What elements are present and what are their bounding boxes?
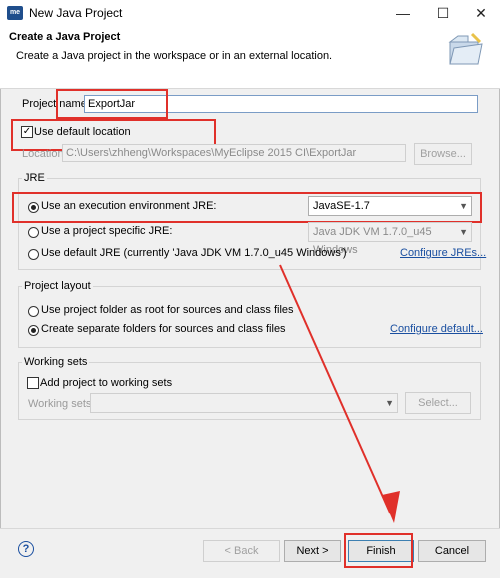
annotation-box-finish [344,533,413,568]
window-title: New Java Project [29,6,123,20]
layout-separate-label: Create separate folders for sources and … [41,323,286,335]
browse-button[interactable]: Browse... [414,143,472,165]
chevron-down-icon: ▼ [459,227,468,237]
wizard-banner: Create a Java Project Create a Java proj… [0,26,500,89]
project-layout-group-title: Project layout [22,280,93,292]
banner-description: Create a Java project in the workspace o… [16,50,333,62]
jre-default-radio[interactable] [28,249,39,260]
title-bar: me New Java Project — ☐ ✕ [0,0,500,26]
working-sets-group-title: Working sets [22,356,90,368]
close-button[interactable]: ✕ [466,0,496,26]
back-button[interactable]: < Back [203,540,280,562]
annotation-box-jre [12,192,482,223]
cancel-button[interactable]: Cancel [418,540,486,562]
annotation-box-project-name [56,89,168,119]
configure-jres-link[interactable]: Configure JREs... [400,247,486,259]
jre-specific-radio[interactable] [28,227,39,238]
layout-root-radio[interactable] [28,306,39,317]
add-to-working-sets-checkbox[interactable] [27,377,39,389]
layout-separate-radio[interactable] [28,325,39,336]
maximize-button[interactable]: ☐ [428,0,458,26]
annotation-arrow [279,264,400,523]
project-layout-group [18,286,481,348]
help-icon[interactable]: ? [18,541,34,557]
location-label: Location: [22,148,67,160]
jre-group-title: JRE [22,172,47,184]
location-field[interactable]: C:\Users\zhheng\Workspaces\MyEclipse 201… [62,144,406,162]
app-icon: me [7,6,23,20]
add-to-working-sets-label: Add project to working sets [40,377,173,389]
jre-specific-select[interactable]: Java JDK VM 1.7.0_u45 Windows ▼ [308,222,472,256]
working-sets-label: Working sets: [28,398,95,410]
folder-icon [448,32,483,65]
select-working-sets-button[interactable]: Select... [405,392,471,414]
next-button[interactable]: Next > [284,540,341,562]
jre-specific-label: Use a project specific JRE: [41,225,173,237]
minimize-button[interactable]: — [388,0,418,26]
banner-title: Create a Java Project [9,31,121,43]
layout-root-label: Use project folder as root for sources a… [41,304,294,316]
